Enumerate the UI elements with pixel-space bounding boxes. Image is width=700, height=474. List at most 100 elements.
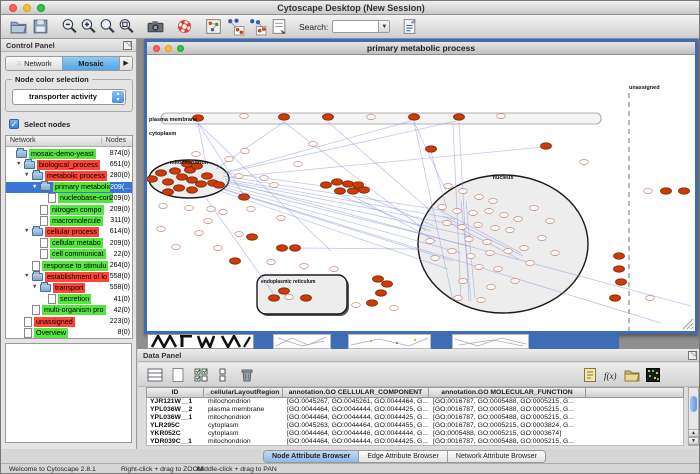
column-header[interactable] [586, 387, 684, 398]
resize-grip-icon[interactable] [683, 319, 693, 329]
open-icon[interactable] [9, 17, 28, 36]
disclosure-icon[interactable]: ▼ [24, 271, 32, 282]
notepad-icon[interactable] [581, 366, 599, 384]
tree-row[interactable]: ▼Overview8(0) [6, 327, 132, 338]
save-icon[interactable] [31, 17, 50, 36]
zoom-actual-icon[interactable] [98, 17, 117, 36]
control-panel: Control Panel ⁙ Network Mosaic ▶ Node co… [1, 39, 137, 449]
matrix-icon[interactable] [644, 366, 662, 384]
network-view-window[interactable]: primary metabolic process plasma membran… [144, 39, 698, 334]
attribute-table[interactable]: YJR121W__1mitochondrion[GO:0045267, GO:0… [146, 398, 684, 446]
scroll-down-icon[interactable]: ▼ [688, 437, 699, 445]
disclosure-icon[interactable]: ▼ [32, 282, 40, 293]
tree-row[interactable]: ▼cell communicat22(0) [6, 249, 132, 260]
combo-stepper-icon[interactable]: ▲▼ [112, 91, 124, 103]
tab-network[interactable]: ⁙ Network [6, 57, 63, 70]
column-header[interactable]: ID [146, 387, 204, 398]
search-dropdown-icon[interactable]: ▼ [378, 20, 390, 33]
network-window-titlebar[interactable]: primary metabolic process [147, 42, 695, 55]
search-input[interactable] [332, 20, 378, 33]
network-window-peek[interactable] [273, 334, 331, 349]
column-header[interactable]: annotation.GO MOLECULAR_FUNCTION [429, 387, 586, 398]
table-row[interactable]: YKR052Ccytoplasm[GO:0044464, GO:0044446,… [147, 430, 683, 438]
node-color-select[interactable]: transporter activity ▲▼ [12, 89, 126, 105]
delete-attribute-icon[interactable] [238, 366, 256, 384]
tree-row[interactable]: ▼establishment of lo558(0) [6, 271, 132, 282]
tree-row[interactable]: ▼biological_process651(0) [6, 159, 132, 170]
tab-overflow-icon[interactable]: ▶ [120, 57, 132, 70]
graph-node-small [475, 195, 484, 200]
function-builder-icon[interactable]: f(x) [602, 366, 620, 384]
tab-mosaic[interactable]: Mosaic [63, 57, 120, 70]
tab-node-attribute-browser[interactable]: Node Attribute Browser [264, 451, 359, 462]
zoom-in-icon[interactable] [79, 17, 98, 36]
tree-row[interactable]: ▼response to stimulu264(0) [6, 260, 132, 271]
new-attribute-icon[interactable] [169, 366, 187, 384]
float-panel-icon[interactable] [688, 351, 697, 360]
tree-row[interactable]: ▼cellular process614(0) [6, 226, 132, 237]
tree-row-label: nitrogen compo [50, 205, 104, 215]
import-folder-icon[interactable] [623, 366, 641, 384]
network-canvas[interactable]: plasma membranecytoplasmmitochondrionnuc… [147, 55, 695, 331]
tree-row[interactable]: ▼transport558(0) [6, 282, 132, 293]
layout-nodes-icon[interactable] [226, 17, 245, 36]
zoom-out-icon[interactable] [60, 17, 79, 36]
tree-row-label: response to stimulu [42, 261, 108, 271]
tree-row[interactable]: ▼unassigned223(0) [6, 316, 132, 327]
graph-node [616, 279, 627, 285]
column-header[interactable]: annotation.GO CELLULAR_COMPONENT [283, 387, 429, 398]
graph-node-small [494, 267, 503, 272]
select-attributes-icon[interactable] [192, 366, 210, 384]
network-window-peek[interactable] [452, 334, 529, 349]
tree-row[interactable]: ▼primary metabolic209(... [6, 182, 132, 193]
tree-row[interactable]: ▼secretion41(0) [6, 294, 132, 305]
scroll-up-icon[interactable]: ▲ [688, 429, 699, 437]
tree-row[interactable]: ▼mosaic-demo-yeast874(0) [6, 148, 132, 159]
tree-row[interactable]: ▼multi-organism pro42(0) [6, 305, 132, 316]
table-row[interactable]: YJR121W__1mitochondrion[GO:0045267, GO:0… [147, 398, 683, 406]
vizmapper-icon[interactable] [270, 17, 289, 36]
disclosure-icon[interactable]: ▼ [24, 226, 32, 237]
attribute-table-icon[interactable] [146, 366, 164, 384]
tree-row[interactable]: ▼nucleobase-con209(0) [6, 193, 132, 204]
tree-row[interactable]: ▼nitrogen compo209(0) [6, 204, 132, 215]
zoom-fit-icon[interactable] [117, 17, 136, 36]
layout-edges-icon[interactable] [248, 17, 267, 36]
unselect-attributes-icon[interactable] [215, 366, 233, 384]
snapshot-icon[interactable] [146, 17, 165, 36]
tab-edge-attribute-browser[interactable]: Edge Attribute Browser [359, 451, 448, 462]
tree-row[interactable]: ▼macromolecule311(0) [6, 215, 132, 226]
graph-node [373, 276, 384, 282]
column-header[interactable]: _cellularLayoutRegion [204, 387, 283, 398]
float-panel-icon[interactable] [123, 41, 132, 50]
scrollbar-thumb[interactable] [690, 396, 697, 412]
graph-node-small [235, 174, 244, 179]
table-row[interactable]: YDR039C__1mitochondrion[GO:0044464, GO:0… [147, 438, 683, 446]
graph-node [382, 281, 393, 287]
network-tree: Network Nodes ▼mosaic-demo-yeast874(0)▼b… [5, 135, 133, 339]
disclosure-icon[interactable]: ▼ [32, 182, 40, 193]
tree-row[interactable]: ▼cellular metabo209(0) [6, 238, 132, 249]
table-row[interactable]: YLR295Ccytoplasm[GO:0045263, GO:0044464,… [147, 422, 683, 430]
attribute-batch-icon[interactable] [400, 17, 419, 36]
table-cell: YJR121W__1 [147, 398, 205, 406]
node-count: 651(0) [110, 159, 130, 170]
network-file-icon [40, 205, 48, 215]
disclosure-icon[interactable]: ▼ [24, 170, 32, 181]
overview-window-peek[interactable] [147, 334, 254, 349]
tab-network-attribute-browser[interactable]: Network Attribute Browser [448, 451, 545, 462]
graph-node-small [195, 231, 204, 236]
select-nodes-checkbox[interactable]: ✓ [9, 119, 19, 129]
help-icon[interactable] [175, 17, 194, 36]
node-color-selection-group: Node color selection transporter activit… [5, 79, 133, 112]
network-window-peek[interactable] [348, 334, 431, 349]
annotation-icon[interactable] [204, 17, 223, 36]
table-row[interactable]: YPL036W__1mitochondrion[GO:0044464, GO:0… [147, 414, 683, 422]
disclosure-icon[interactable]: ▼ [16, 159, 24, 170]
birdseye-view-panel[interactable] [5, 343, 132, 443]
col-nodes: Nodes [101, 137, 126, 144]
graph-node-small [580, 160, 589, 165]
tree-row[interactable]: ▼metabolic process280(0) [6, 170, 132, 181]
table-row[interactable]: YPL036W__2plasma membrane[GO:0044464, GO… [147, 406, 683, 414]
graph-node [679, 188, 690, 194]
